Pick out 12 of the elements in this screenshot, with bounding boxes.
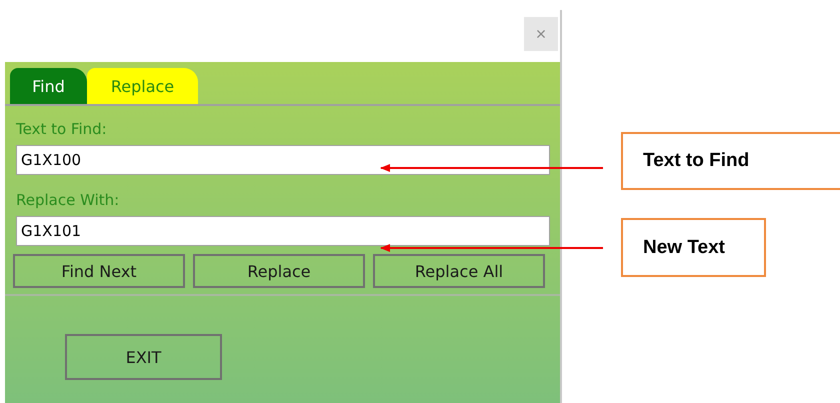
- action-button[interactable]: Find Next: [13, 254, 185, 288]
- tab[interactable]: Replace: [87, 68, 198, 104]
- field-label: Replace With:: [16, 191, 120, 209]
- callout-label: Text to Find: [621, 132, 840, 190]
- field-label: Text to Find:: [16, 120, 108, 138]
- exit-button[interactable]: EXIT: [65, 334, 222, 380]
- tab[interactable]: Find: [10, 68, 87, 104]
- action-button[interactable]: Replace: [193, 254, 365, 288]
- input-field[interactable]: G1X101: [16, 216, 550, 246]
- callout-label: New Text: [621, 218, 766, 277]
- input-field[interactable]: G1X100: [16, 145, 550, 175]
- action-button[interactable]: Replace All: [373, 254, 545, 288]
